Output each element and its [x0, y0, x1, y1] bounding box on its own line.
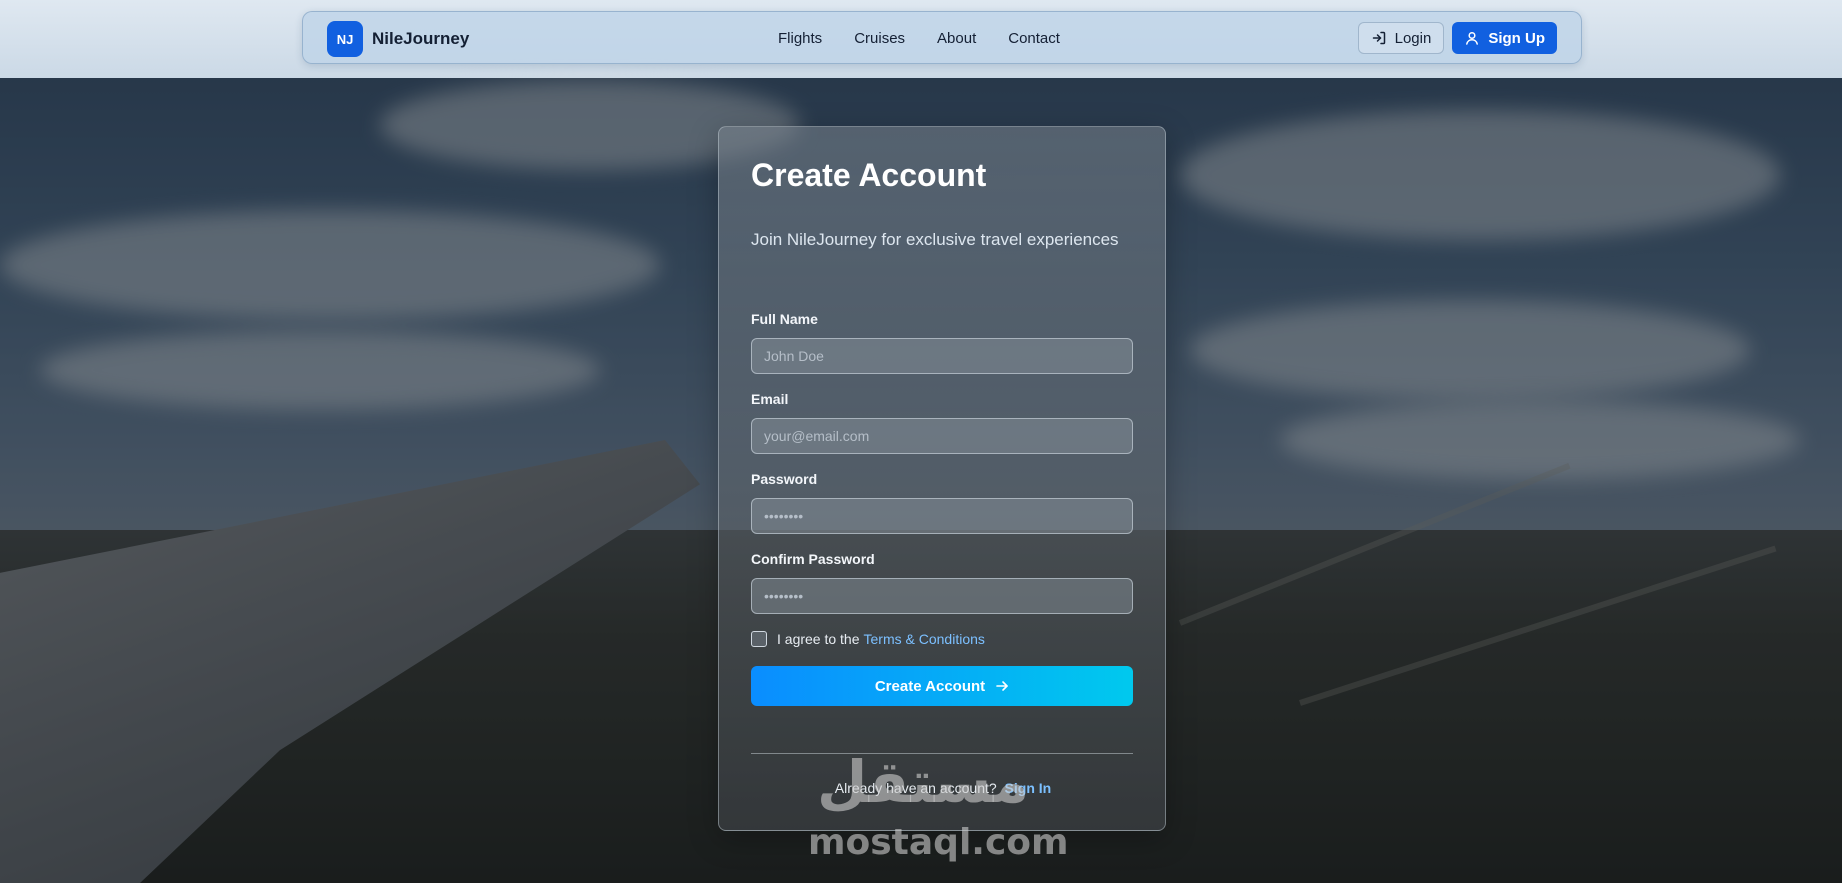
terms-link[interactable]: Terms & Conditions [864, 631, 985, 647]
password-label: Password [751, 471, 818, 487]
create-account-button[interactable]: Create Account [751, 666, 1133, 706]
password-input[interactable] [751, 498, 1133, 534]
signup-label: Sign Up [1488, 29, 1545, 47]
confirm-password-label: Confirm Password [751, 551, 875, 567]
confirm-password-input[interactable] [751, 578, 1133, 614]
login-label: Login [1394, 29, 1432, 47]
nav-links: Flights Cruises About Contact [778, 12, 1092, 65]
nav-link-flights[interactable]: Flights [778, 30, 822, 47]
terms-checkbox[interactable] [751, 631, 767, 647]
full-name-input[interactable] [751, 338, 1133, 374]
nav-link-cruises[interactable]: Cruises [854, 30, 905, 47]
create-account-label: Create Account [874, 677, 986, 695]
email-label: Email [751, 391, 789, 407]
form-subtitle: Join NileJourney for exclusive travel ex… [751, 230, 1119, 249]
terms-text: I agree to the [777, 631, 860, 647]
signup-button[interactable]: Sign Up [1452, 22, 1557, 54]
brand-name: NileJourney [372, 29, 470, 48]
brand[interactable]: NJ NileJourney [327, 21, 469, 57]
signup-card: Create Account Join NileJourney for excl… [718, 126, 1166, 831]
login-icon [1372, 31, 1385, 45]
user-icon [1466, 31, 1479, 45]
terms-row: I agree to the Terms & Conditions [751, 631, 985, 647]
nav-link-about[interactable]: About [937, 30, 976, 47]
form-title: Create Account [751, 157, 987, 193]
email-input[interactable] [751, 418, 1133, 454]
nav-actions: Login Sign Up [1357, 22, 1557, 54]
watermark-logo: مستقل [816, 748, 1030, 816]
nav-link-contact[interactable]: Contact [1008, 30, 1060, 47]
full-name-label: Full Name [751, 311, 818, 327]
watermark-text: mostaql.com [808, 822, 1069, 863]
brand-logo: NJ [327, 21, 363, 57]
navbar: NJ NileJourney Flights Cruises About Con… [302, 11, 1582, 64]
login-button[interactable]: Login [1357, 22, 1445, 54]
arrow-right-icon [996, 681, 1008, 691]
